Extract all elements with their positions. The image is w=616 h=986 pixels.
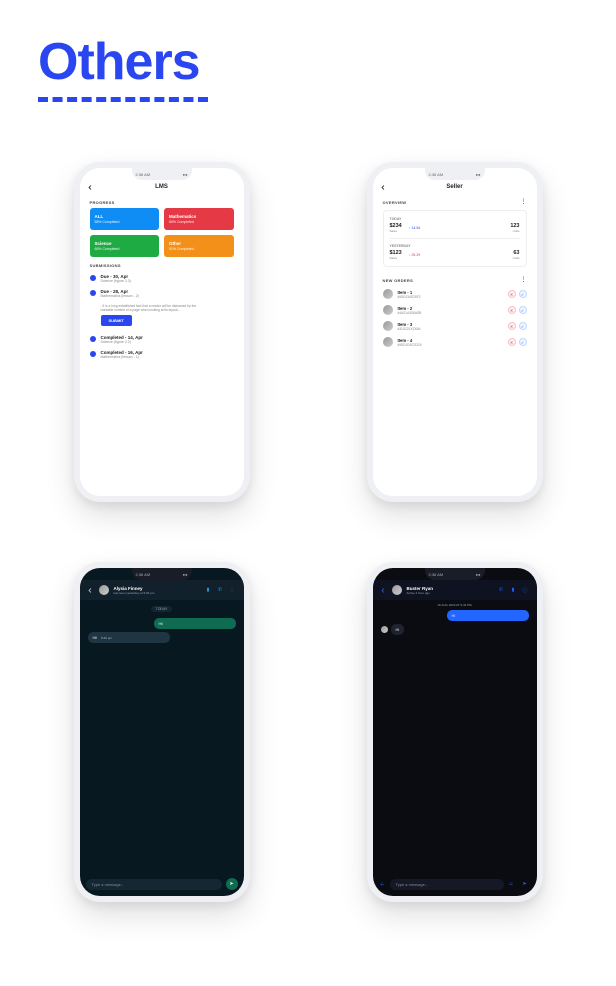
back-icon[interactable] (381, 184, 387, 190)
delta-up: ↑ 14.54 (406, 225, 423, 231)
progress-label: PROGRESS (80, 194, 244, 208)
call-icon[interactable]: ✆ (217, 587, 224, 594)
orders-label: NEW ORDERS (373, 272, 521, 286)
info-icon[interactable]: ⓘ (522, 587, 529, 594)
back-icon[interactable] (88, 587, 94, 593)
order-row[interactable]: Item - 4#9SD1DSCS22X✕✓ (373, 334, 537, 350)
emoji-icon[interactable]: ☺ (508, 881, 515, 888)
send-icon[interactable]: ➤ (226, 878, 238, 890)
mock-grid: 2:36 AM●● LMS PROGRESS ALL58% Completed … (0, 102, 616, 942)
statusbar: 2:36 AM●● (425, 568, 485, 580)
completed-item[interactable]: Completed - 14, AprScience (figure 2.2) (80, 332, 244, 347)
avatar[interactable] (99, 585, 109, 595)
phone-seller: 2:36 AM●● Seller OVERVIEW⋮ TODAY $234Sal… (367, 162, 543, 502)
accept-icon[interactable]: ✓ (519, 338, 527, 346)
submission-note: - It is a long established fact that a r… (80, 301, 210, 315)
msg-out[interactable]: Hi (447, 610, 529, 621)
reject-icon[interactable]: ✕ (508, 306, 516, 314)
composer: Type a message... ➤ (86, 878, 238, 890)
completed-item[interactable]: Completed - 16, AprMathematics (lesson -… (80, 347, 244, 362)
msg-out[interactable]: Hii (154, 618, 236, 629)
order-row[interactable]: Item - 3#31D221XZX6A✕✓ (373, 318, 537, 334)
video-icon[interactable]: ▮ (510, 587, 517, 594)
add-icon[interactable]: ＋ (379, 881, 386, 888)
more-icon[interactable]: ⋮ (521, 276, 527, 282)
card-math[interactable]: Mathematics65% Completed (164, 208, 234, 230)
call-icon[interactable]: ✆ (498, 587, 505, 594)
header-title: LMS (100, 184, 224, 190)
phone-chat-msn: 2:36 AM●● Buster RyanActive 4 hour ago ✆… (367, 562, 543, 902)
submission-item[interactable]: Due - 30, AprScience (figure 2.3) (80, 271, 244, 286)
composer: ＋ Type a message... ☺ ➤ (379, 878, 531, 890)
back-icon[interactable] (381, 587, 387, 593)
accept-icon[interactable]: ✓ (519, 306, 527, 314)
chat-header: Buster RyanActive 4 hour ago ✆ ▮ ⓘ (373, 580, 537, 600)
overview-today: TODAY $234Sales ↑ 14.54 123Units YESTERD… (383, 210, 527, 267)
check-icon (90, 351, 96, 357)
avatar[interactable] (392, 585, 402, 595)
back-icon[interactable] (88, 184, 94, 190)
statusbar: 2:36 AM●● (425, 168, 485, 180)
page-title: Others (0, 0, 616, 92)
statusbar: 2:36 AM●● (132, 168, 192, 180)
phone-lms: 2:36 AM●● LMS PROGRESS ALL58% Completed … (74, 162, 250, 502)
timestamp: 16 AUG 2020 AT 9:44 PM (373, 603, 537, 607)
video-icon[interactable]: ▮ (205, 587, 212, 594)
more-icon[interactable]: ⋮ (229, 587, 236, 594)
submissions-label: SUBMISSIONS (80, 257, 244, 271)
day-chip: TODAY (151, 606, 173, 612)
reject-icon[interactable]: ✕ (508, 322, 516, 330)
msg-in[interactable]: Hii8:40 pm (88, 632, 170, 643)
card-other[interactable]: Other51% Completed (164, 235, 234, 257)
card-all[interactable]: ALL58% Completed (90, 208, 160, 230)
more-icon[interactable]: ⋮ (521, 198, 527, 204)
delta-down: ↓ 25.29 (406, 252, 423, 258)
accept-icon[interactable]: ✓ (519, 322, 527, 330)
reject-icon[interactable]: ✕ (508, 290, 516, 298)
send-icon[interactable]: ➤ (519, 878, 531, 890)
order-row[interactable]: Item - 2#4AS1A3S6ASB✕✓ (373, 302, 537, 318)
chat-header: Alysia Finneylast seen yesterday at 9:09… (80, 580, 244, 600)
msg-in[interactable]: Hi (391, 624, 405, 635)
statusbar: 2:36 AM●● (132, 568, 192, 580)
order-row[interactable]: Item - 1#5SD234S2SF2✕✓ (373, 286, 537, 302)
message-input[interactable]: Type a message... (86, 879, 222, 890)
accept-icon[interactable]: ✓ (519, 290, 527, 298)
card-science[interactable]: Science68% Completed (90, 235, 160, 257)
submission-item[interactable]: Due - 28, AprMathematics (lesson - 2) (80, 286, 244, 301)
avatar (383, 337, 393, 347)
avatar (383, 289, 393, 299)
avatar (383, 321, 393, 331)
avatar (383, 305, 393, 315)
phone-chat-wa: 2:36 AM●● Alysia Finneylast seen yesterd… (74, 562, 250, 902)
seller-header: Seller (373, 180, 537, 194)
lms-header: LMS (80, 180, 244, 194)
submit-button[interactable]: SUBMIT (101, 315, 132, 326)
avatar (381, 626, 388, 633)
header-title: Seller (393, 184, 517, 190)
message-input[interactable]: Type a message... (390, 879, 504, 890)
overview-label: OVERVIEW (373, 194, 521, 208)
check-icon (90, 336, 96, 342)
reject-icon[interactable]: ✕ (508, 338, 516, 346)
